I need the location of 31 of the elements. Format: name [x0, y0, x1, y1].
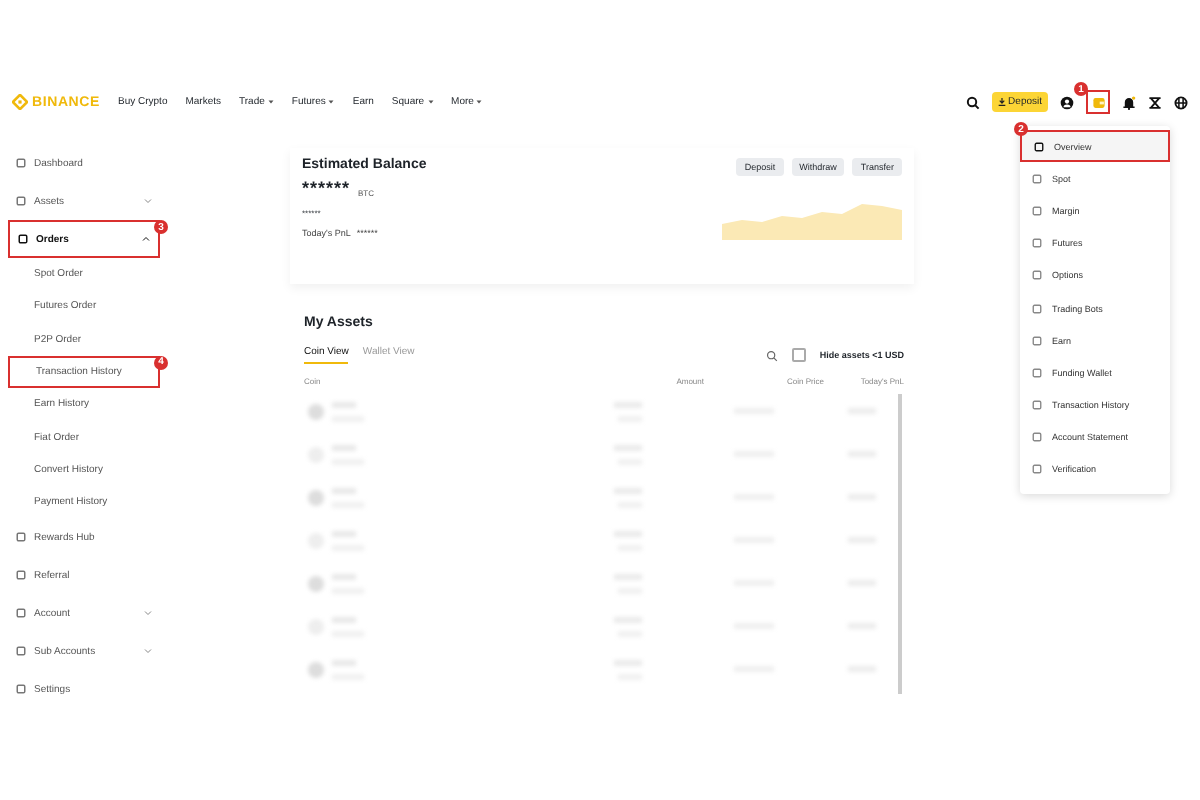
chevron-icon — [142, 236, 150, 242]
square-icon — [1032, 270, 1042, 281]
chevron-icon — [144, 198, 152, 204]
search-icon[interactable] — [965, 95, 980, 109]
square-icon — [16, 608, 26, 619]
square-icon — [1032, 335, 1042, 346]
scrollbar[interactable] — [898, 394, 901, 694]
square-icon — [1032, 432, 1042, 443]
square-icon — [1032, 464, 1042, 475]
square-icon — [1032, 400, 1042, 411]
square-icon — [1034, 141, 1044, 152]
bell-icon[interactable] — [1122, 95, 1136, 109]
square-icon — [1032, 205, 1042, 216]
square-icon — [16, 532, 26, 543]
diamond-logo-icon — [12, 94, 28, 110]
balance-amount: ****** — [302, 178, 351, 198]
square-icon — [16, 570, 26, 581]
chevron-icon — [144, 610, 152, 617]
square-icon — [16, 646, 26, 657]
square-icon — [1032, 173, 1042, 184]
square-icon — [1032, 367, 1042, 378]
checkbox[interactable] — [791, 348, 806, 362]
square-icon — [16, 684, 26, 695]
square-icon — [16, 196, 26, 206]
square-icon — [1032, 303, 1042, 314]
square-icon — [1032, 238, 1042, 249]
chevron-icon — [144, 648, 152, 655]
download-icon — [997, 98, 1006, 106]
square-icon — [18, 234, 28, 244]
square-icon — [16, 158, 26, 168]
user-icon[interactable] — [1060, 95, 1074, 109]
